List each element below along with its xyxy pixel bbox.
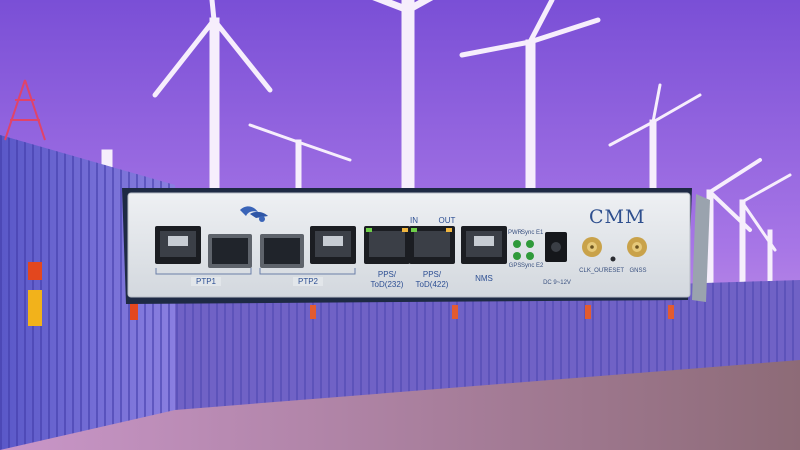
dc-label: DC 9~12V — [543, 280, 571, 286]
rj45-port-2[interactable] — [310, 226, 356, 264]
background-scene — [0, 0, 800, 450]
brand-label: CMM — [589, 206, 646, 228]
rj45-port-1[interactable] — [155, 226, 201, 264]
sfp-port-1[interactable] — [208, 234, 252, 268]
rj45-port-nms[interactable] — [461, 226, 507, 264]
rj45-port-pps-232[interactable] — [364, 226, 410, 264]
clk-out-connector[interactable] — [582, 237, 602, 257]
pps-232-label-1: PPS/ — [377, 270, 397, 279]
dc-power-jack[interactable] — [545, 232, 567, 262]
pps-232-label-2: ToD(232) — [370, 280, 404, 289]
sync-e1-led-label: Sync E1 — [521, 230, 544, 236]
nms-label: NMS — [475, 274, 493, 283]
gnss-connector[interactable] — [627, 237, 647, 257]
gps-led-label: GPS — [508, 263, 522, 269]
out-label: OUT — [438, 216, 456, 225]
rj45-port-pps-422[interactable] — [409, 226, 455, 264]
sfp-port-2[interactable] — [260, 234, 304, 268]
reset-label: RESET — [603, 268, 624, 274]
pps-422-label-1: PPS/ — [422, 270, 442, 279]
sync-e2-led-label: Sync E2 — [521, 263, 544, 269]
pwr-led-label: PWR — [508, 230, 522, 236]
pps-422-label-2: ToD(422) — [415, 280, 449, 289]
gnss-label: GNSS — [629, 268, 647, 274]
ptp1-label: PTP1 — [191, 277, 221, 286]
in-label: IN — [410, 216, 418, 225]
reset-button[interactable] — [610, 256, 616, 262]
ptp2-label: PTP2 — [293, 277, 323, 286]
